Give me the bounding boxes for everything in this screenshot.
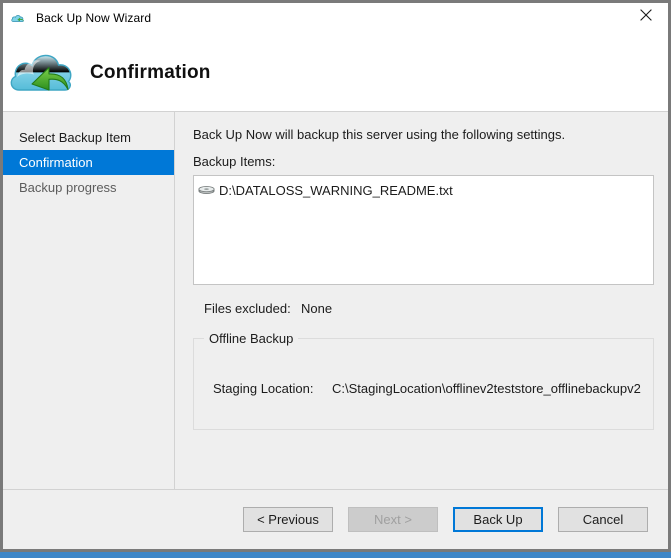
staging-location-row: Staging Location: C:\StagingLocation\off…: [194, 339, 653, 396]
files-excluded-label: Files excluded:: [204, 301, 291, 316]
cloud-restore-icon: [8, 46, 74, 98]
cloud-backup-icon: [11, 9, 29, 27]
previous-button[interactable]: < Previous: [243, 507, 333, 532]
staging-location-value: C:\StagingLocation\offlinev2teststore_of…: [332, 381, 641, 396]
next-button: Next >: [348, 507, 438, 532]
backup-items-label: Backup Items:: [193, 154, 276, 169]
sidebar-item-label: Select Backup Item: [19, 130, 131, 145]
offline-backup-legend: Offline Backup: [204, 331, 299, 346]
backup-items-listbox[interactable]: D:\DATALOSS_WARNING_README.txt: [193, 175, 654, 285]
wizard-step-sidebar: Select Backup Item Confirmation Backup p…: [3, 112, 175, 489]
wizard-window: Back Up Now Wizard Confirmation Select B…: [0, 0, 671, 552]
button-bar: < Previous Next > Back Up Cancel: [3, 489, 668, 549]
offline-backup-groupbox: Offline Backup Staging Location: C:\Stag…: [193, 331, 654, 430]
sidebar-item-select-backup-item[interactable]: Select Backup Item: [3, 125, 174, 150]
disk-drive-icon: [198, 183, 215, 197]
content-inner: Back Up Now will backup this server usin…: [175, 112, 668, 489]
staging-location-label: Staging Location:: [213, 381, 314, 396]
content-panel: Back Up Now will backup this server usin…: [175, 112, 668, 489]
window-title: Back Up Now Wizard: [36, 11, 152, 25]
intro-text: Back Up Now will backup this server usin…: [193, 127, 566, 142]
close-icon[interactable]: [623, 0, 668, 30]
body-area: Select Backup Item Confirmation Backup p…: [3, 111, 668, 489]
cancel-button[interactable]: Cancel: [558, 507, 648, 532]
files-excluded-value: None: [301, 301, 333, 316]
header-banner: Confirmation: [3, 33, 668, 111]
list-item[interactable]: D:\DATALOSS_WARNING_README.txt: [198, 181, 653, 199]
sidebar-item-confirmation[interactable]: Confirmation: [3, 150, 174, 175]
title-bar: Back Up Now Wizard: [3, 0, 668, 33]
back-up-button[interactable]: Back Up: [453, 507, 543, 532]
list-item-path: D:\DATALOSS_WARNING_README.txt: [219, 182, 453, 198]
sidebar-item-label: Backup progress: [19, 180, 117, 195]
files-excluded-row: Files excluded: None: [193, 301, 654, 316]
desktop-background-strip: [0, 552, 671, 558]
page-title: Confirmation: [90, 62, 211, 83]
sidebar-item-backup-progress[interactable]: Backup progress: [3, 175, 174, 200]
sidebar-item-label: Confirmation: [19, 155, 93, 170]
